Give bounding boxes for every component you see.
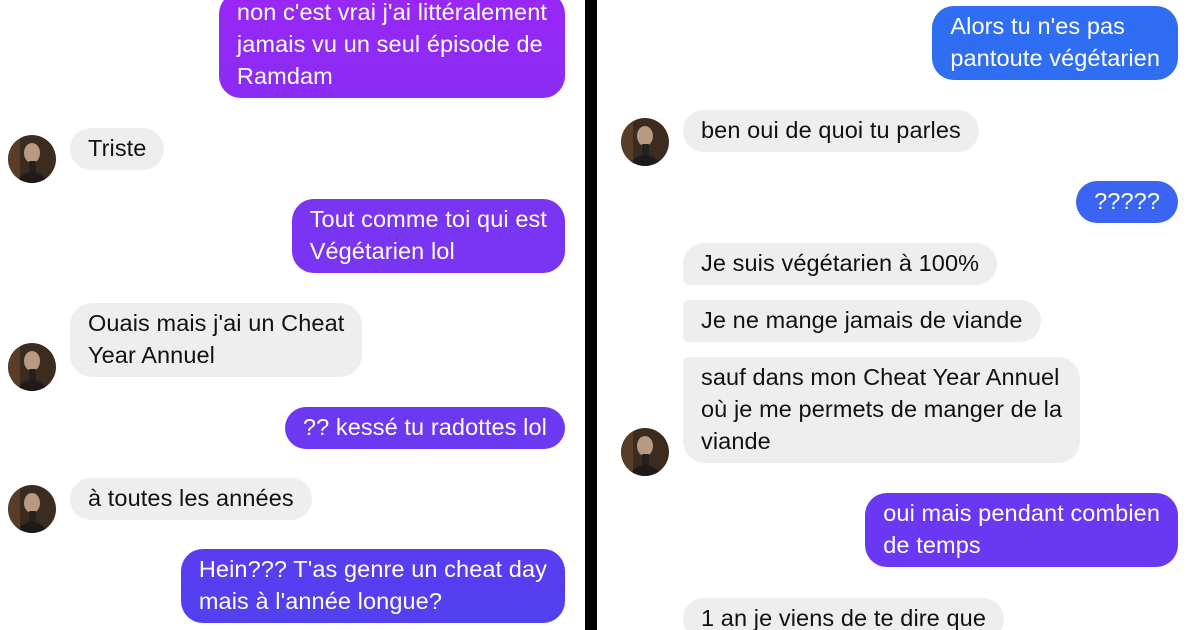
incoming-message[interactable]: Ouais mais j'ai un Cheat Year Annuel <box>70 303 363 377</box>
avatar-photo-icon <box>8 485 56 533</box>
incoming-message[interactable]: 1 an je viens de te dire que <box>683 598 1004 630</box>
incoming-message[interactable]: ben oui de quoi tu parles <box>683 110 979 152</box>
panel-divider <box>585 0 597 630</box>
incoming-message[interactable]: sauf dans mon Cheat Year Annuel où je me… <box>683 357 1081 463</box>
contact-avatar[interactable] <box>8 343 56 391</box>
avatar-photo-icon <box>621 428 669 476</box>
outgoing-message[interactable]: Hein??? T'as genre un cheat day mais à l… <box>180 549 565 623</box>
contact-avatar[interactable] <box>621 118 669 166</box>
right-chat-screenshot: Alors tu n'es pas pantoute végétarien be… <box>597 0 1200 630</box>
avatar-photo-icon <box>8 135 56 183</box>
incoming-message[interactable]: Triste <box>70 128 165 170</box>
incoming-message[interactable]: à toutes les années <box>70 478 312 520</box>
contact-avatar[interactable] <box>8 485 56 533</box>
outgoing-message[interactable]: oui mais pendant combien de temps <box>865 493 1178 567</box>
left-chat-screenshot: non c'est vrai j'ai littéralement jamais… <box>0 0 585 630</box>
avatar-photo-icon <box>621 118 669 166</box>
avatar-photo-icon <box>8 343 56 391</box>
outgoing-message[interactable]: Alors tu n'es pas pantoute végétarien <box>932 6 1178 80</box>
incoming-message[interactable]: Je ne mange jamais de viande <box>683 300 1041 342</box>
outgoing-message[interactable]: non c'est vrai j'ai littéralement jamais… <box>218 0 565 98</box>
contact-avatar[interactable] <box>8 135 56 183</box>
outgoing-message[interactable]: ?? kessé tu radottes lol <box>284 407 565 449</box>
incoming-message[interactable]: Je suis végétarien à 100% <box>683 243 998 285</box>
outgoing-message[interactable]: ????? <box>1076 181 1178 223</box>
contact-avatar[interactable] <box>621 428 669 476</box>
outgoing-message[interactable]: Tout comme toi qui est Végétarien lol <box>291 199 565 273</box>
